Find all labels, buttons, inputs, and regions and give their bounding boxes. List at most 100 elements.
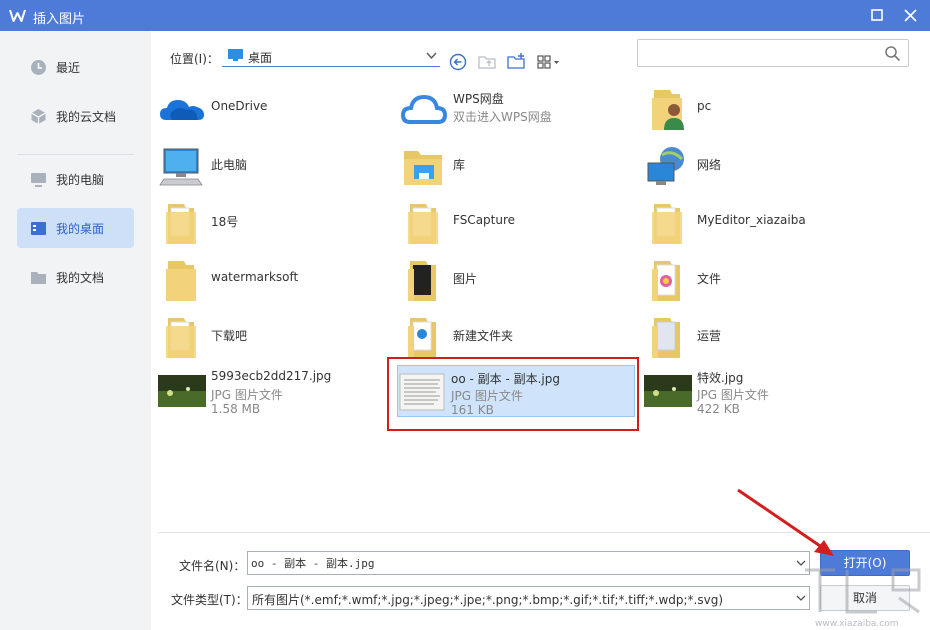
file-item-myeditor[interactable]: MyEditor_xiazaiba: [644, 198, 892, 250]
maximize-button[interactable]: [862, 0, 893, 31]
folder-icon: [408, 204, 438, 244]
wps-logo-icon: [9, 9, 26, 22]
file-name: 新建文件夹: [453, 329, 514, 343]
desktop-icon: [31, 222, 46, 235]
file-name: 文件: [697, 272, 722, 286]
file-name: 5993ecb2dd217.jpg: [211, 369, 332, 383]
network-icon: [647, 147, 684, 185]
file-name: 库: [453, 158, 466, 172]
file-subtitle: 双击进入WPS网盘: [453, 110, 552, 124]
file-size: 1.58 MB: [211, 402, 261, 416]
search-icon[interactable]: [884, 45, 901, 62]
file-name: 运营: [697, 329, 722, 343]
computer-icon: [159, 148, 203, 186]
chevron-down-icon: [426, 52, 437, 60]
sidebar-item-my-desktop[interactable]: 我的桌面: [17, 208, 134, 248]
file-name: FSCapture: [453, 213, 516, 227]
filename-input[interactable]: [251, 554, 781, 572]
folder-icon: [652, 261, 680, 301]
sidebar-item-label: 我的桌面: [56, 222, 105, 236]
file-item-this-pc[interactable]: 此电脑: [158, 141, 406, 193]
new-folder-button[interactable]: [506, 52, 526, 72]
file-name: 此电脑: [211, 158, 248, 172]
sidebar-item-label: 我的文档: [56, 271, 105, 285]
filename-label: 文件名(N)：: [179, 559, 246, 573]
file-item-folder-18[interactable]: 18号: [158, 198, 406, 250]
onedrive-icon: [160, 100, 204, 120]
desktop-icon: [228, 49, 243, 61]
file-item-watermarksoft[interactable]: watermarksoft: [158, 255, 406, 307]
filetype-dropdown[interactable]: 所有图片(*.emf;*.wmf;*.jpg;*.jpeg;*.jpe;*.pn…: [247, 586, 810, 610]
folder-icon: [652, 204, 682, 244]
file-item-pc[interactable]: pc: [644, 84, 892, 136]
file-item-files[interactable]: 文件: [644, 255, 892, 307]
filename-combobox[interactable]: [247, 551, 810, 575]
sidebar-item-cloud-docs[interactable]: 我的云文档: [17, 96, 134, 136]
file-item-xiazaiba[interactable]: 下载吧: [158, 312, 406, 364]
clock-icon: [31, 60, 46, 75]
filetype-label: 文件类型(T)：: [171, 593, 248, 607]
filetype-value: 所有图片(*.emf;*.wmf;*.jpg;*.jpeg;*.jpe;*.pn…: [252, 593, 724, 607]
search-input[interactable]: [642, 43, 872, 63]
image-thumbnail-icon: [158, 375, 206, 407]
file-name: 下载吧: [211, 329, 248, 343]
file-item-wps-cloud[interactable]: WPS网盘 双击进入WPS网盘: [400, 84, 648, 136]
monitor-icon: [31, 173, 46, 187]
selection-highlight-annotation: [387, 357, 639, 431]
new-folder-icon: [507, 53, 525, 69]
view-mode-button[interactable]: [536, 52, 562, 72]
maximize-icon: [871, 9, 883, 21]
sidebar-item-my-computer[interactable]: 我的电脑: [17, 159, 134, 199]
search-box[interactable]: [637, 39, 909, 67]
file-item-onedrive[interactable]: OneDrive: [158, 84, 406, 136]
wps-cloud-icon: [400, 94, 448, 124]
sidebar-item-label: 我的电脑: [56, 173, 105, 187]
library-icon: [404, 151, 442, 185]
file-name: watermarksoft: [211, 270, 299, 284]
folder-icon: [31, 272, 46, 284]
file-item-pictures[interactable]: 图片: [400, 255, 648, 307]
location-dropdown[interactable]: 桌面: [222, 45, 440, 67]
svg-text:www.xiazaiba.com: www.xiazaiba.com: [815, 619, 899, 629]
file-item-network[interactable]: 网络: [644, 141, 892, 193]
file-name: OneDrive: [211, 99, 268, 113]
folder-icon: [166, 318, 196, 358]
file-item-library[interactable]: 库: [400, 141, 648, 193]
location-value: 桌面: [248, 51, 273, 65]
file-name: WPS网盘: [453, 92, 504, 106]
file-item-operations[interactable]: 运营: [644, 312, 892, 364]
file-type: JPG 图片文件: [697, 388, 769, 402]
file-item-fscapture[interactable]: FSCapture: [400, 198, 648, 250]
file-type: JPG 图片文件: [211, 388, 283, 402]
file-name: 网络: [697, 158, 722, 172]
file-item-special-effect[interactable]: 特效.jpg JPG 图片文件 422 KB: [644, 365, 892, 417]
location-label: 位置(I)：: [170, 52, 219, 66]
back-button[interactable]: [448, 52, 468, 72]
sidebar-item-label: 我的云文档: [56, 110, 117, 124]
folder-icon: [166, 204, 196, 244]
window-title: 插入图片: [33, 12, 86, 27]
sidebar-item-recent[interactable]: 最近: [17, 47, 134, 87]
grid-view-icon: [537, 55, 559, 69]
file-name: 18号: [211, 215, 239, 229]
close-button[interactable]: [895, 0, 926, 31]
up-folder-button[interactable]: [477, 52, 497, 72]
sidebar-divider: [17, 154, 134, 155]
file-size: 422 KB: [697, 402, 740, 416]
folder-icon: [652, 318, 680, 358]
file-name: MyEditor_xiazaiba: [697, 213, 806, 227]
folder-icon: [408, 261, 436, 301]
folder-icon: [166, 261, 196, 301]
user-folder-icon: [652, 90, 684, 130]
image-thumbnail-icon: [644, 375, 692, 407]
close-icon: [904, 9, 917, 22]
back-arrow-icon: [449, 53, 467, 71]
folder-up-icon: [478, 56, 496, 69]
sidebar-item-my-documents[interactable]: 我的文档: [17, 257, 134, 297]
title-bar: 插入图片: [0, 0, 930, 31]
sidebar: 最近 我的云文档 我的电脑 我的桌面 我的文档: [0, 31, 151, 630]
folder-icon: [408, 318, 436, 358]
cube-icon: [31, 109, 46, 124]
file-name: 图片: [453, 272, 478, 286]
file-item-5993ecb2dd217[interactable]: 5993ecb2dd217.jpg JPG 图片文件 1.58 MB: [158, 365, 406, 417]
